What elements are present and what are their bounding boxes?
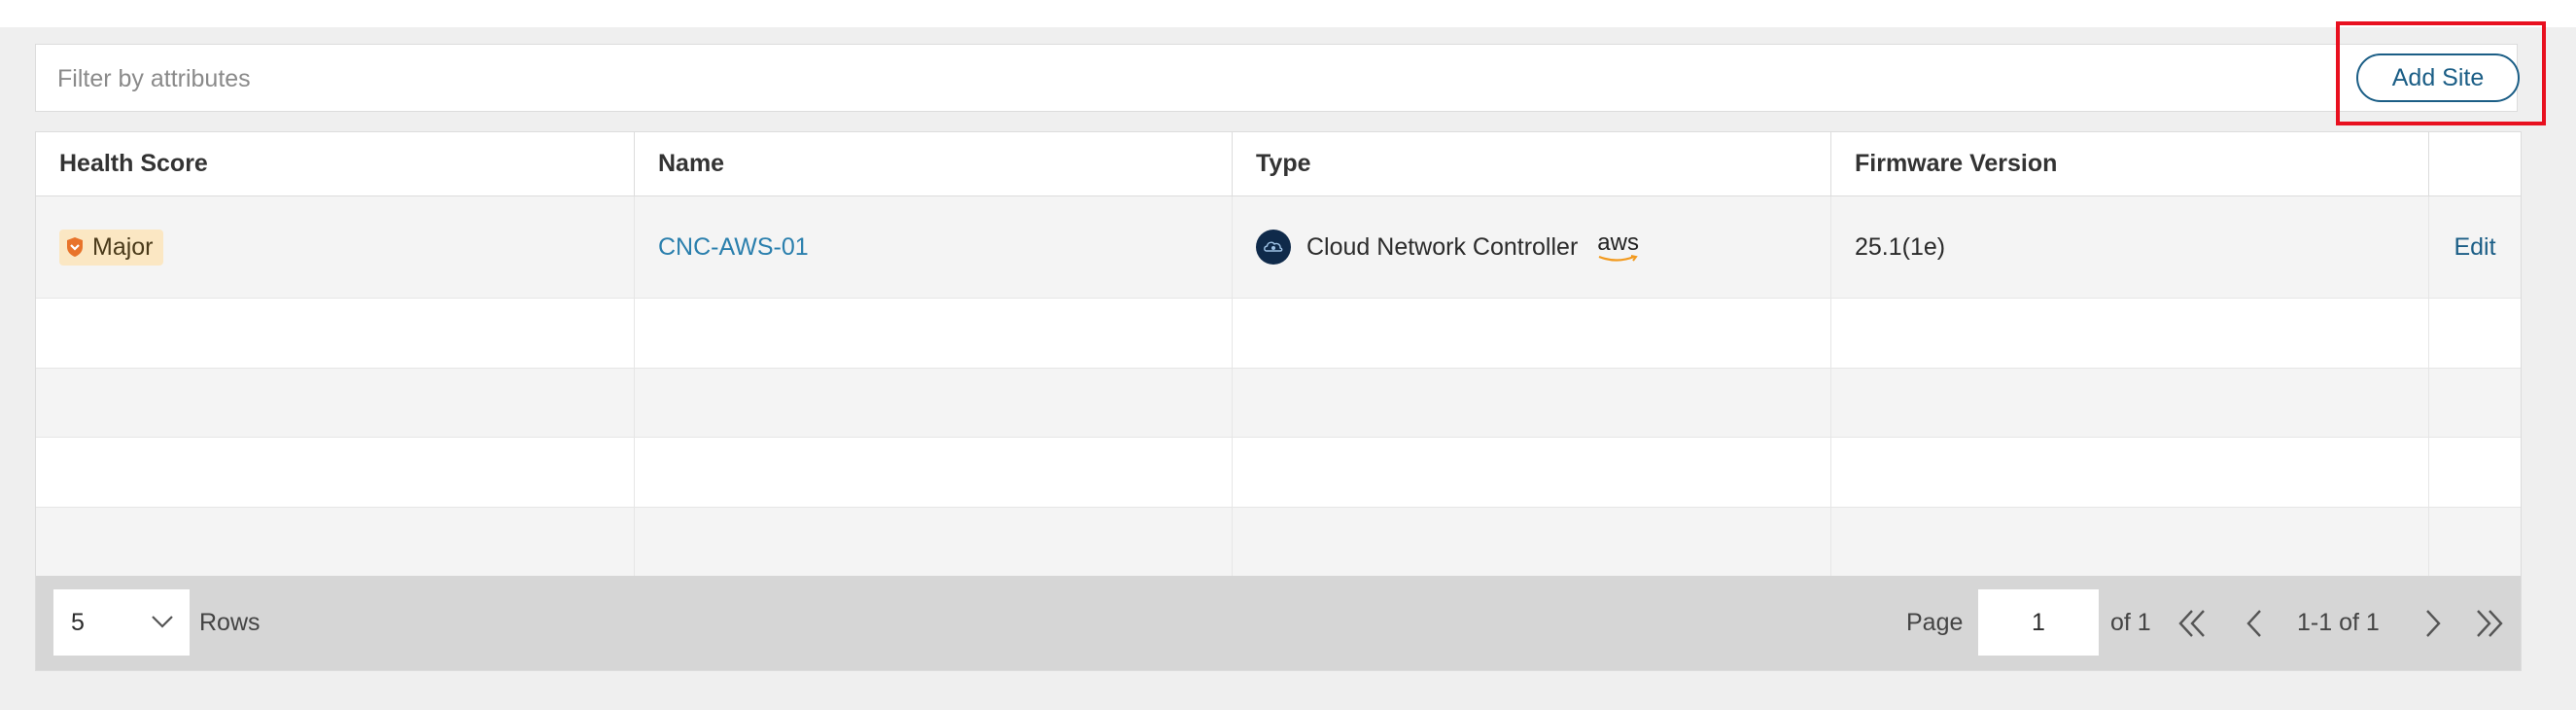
aws-smile-icon [1598,255,1639,262]
column-header-health-score[interactable]: Health Score [36,132,635,195]
page-label: Page [1906,608,1964,636]
table-row-empty [36,369,2521,438]
health-score-cell: Major [36,196,635,298]
top-strip [0,0,2576,27]
column-header-firmware-version[interactable]: Firmware Version [1831,132,2429,195]
edit-link[interactable]: Edit [2454,233,2495,262]
firmware-version-cell: 25.1(1e) [1831,196,2429,298]
site-type-cell: Cloud Network Controller aws [1233,196,1831,298]
column-header-actions [2429,132,2521,195]
rows-per-page-value: 5 [71,608,85,636]
rows-per-page-select[interactable]: 5 [53,589,190,656]
chevron-down-icon [152,616,173,628]
last-page-icon[interactable] [2472,607,2505,640]
actions-cell: Edit [2429,196,2521,298]
aws-logo-text: aws [1597,230,1639,256]
filter-input[interactable] [55,45,2295,113]
page-of-total: of 1 [2110,608,2151,636]
pagination-bar: 5 Rows Page 1 of 1 1-1 of 1 [36,576,2521,670]
site-name-cell: CNC-AWS-01 [635,196,1233,298]
filter-bar [35,44,2518,113]
table-row: Major CNC-AWS-01 Cloud Network Controlle… [36,196,2521,299]
cloud-controller-icon [1256,230,1291,265]
previous-page-icon[interactable] [2239,607,2272,640]
sites-table: Health Score Name Type Firmware Version … [35,131,2522,671]
table-header: Health Score Name Type Firmware Version [36,132,2521,196]
site-name-link[interactable]: CNC-AWS-01 [658,233,809,262]
firmware-version-value: 25.1(1e) [1855,232,1946,261]
next-page-icon[interactable] [2416,607,2449,640]
rows-label: Rows [199,608,261,636]
health-badge-major: Major [59,229,163,266]
page-range: 1-1 of 1 [2297,608,2380,636]
aws-logo: aws [1597,231,1640,263]
table-row-empty [36,438,2521,508]
shield-icon [67,237,83,257]
column-header-name[interactable]: Name [635,132,1233,195]
first-page-icon[interactable] [2176,607,2210,640]
page-number-input[interactable]: 1 [1978,589,2099,656]
site-type-label: Cloud Network Controller [1306,232,1579,261]
table-row-empty [36,508,2521,577]
column-header-type[interactable]: Type [1233,132,1831,195]
table-row-empty [36,299,2521,369]
health-badge-label: Major [92,232,154,261]
add-site-button[interactable]: Add Site [2356,53,2520,102]
